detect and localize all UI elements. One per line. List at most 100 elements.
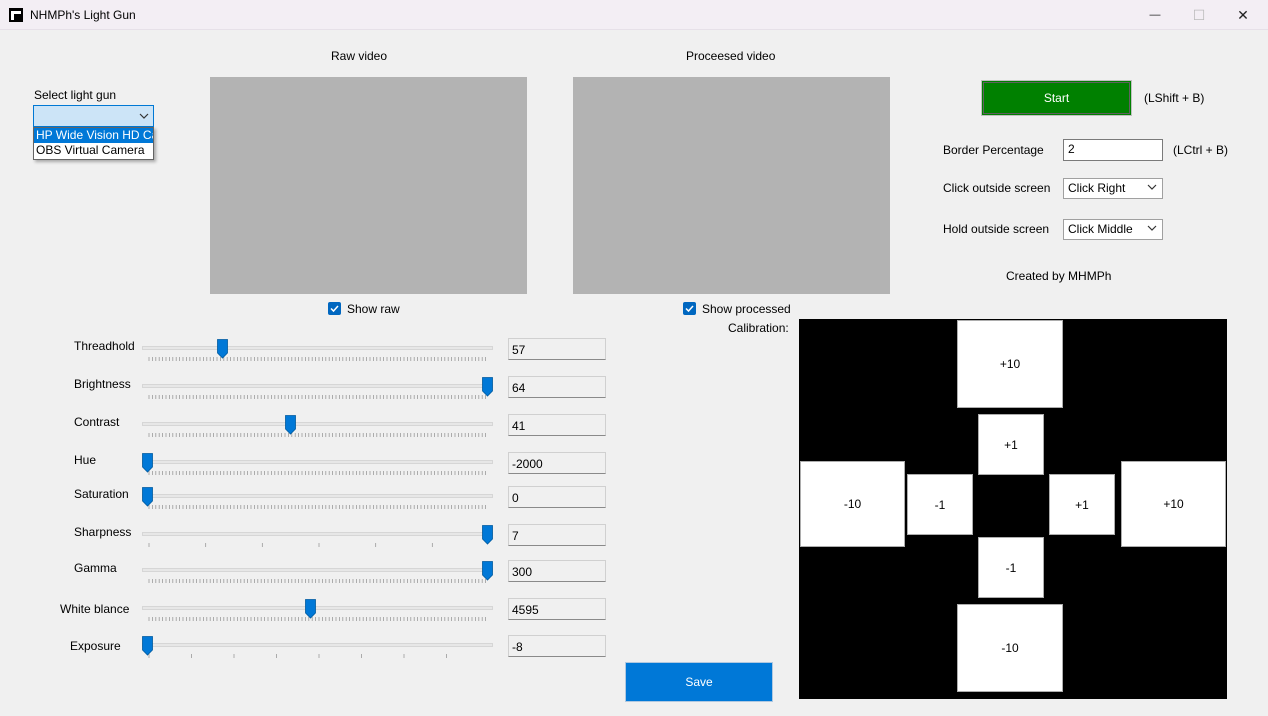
select-light-gun-label: Select light gun xyxy=(34,88,117,102)
slider-ticks xyxy=(148,505,487,509)
slider-value-box: 64 xyxy=(508,376,606,398)
slider-gamma[interactable] xyxy=(142,561,496,587)
chevron-down-icon xyxy=(139,113,149,119)
start-button-label: Start xyxy=(1043,91,1070,105)
show-processed-checkbox[interactable] xyxy=(683,302,696,315)
border-shortcut-label: (LCtrl + B) xyxy=(1173,143,1229,157)
maximize-icon: ☐ xyxy=(1192,6,1206,23)
slider-thumb[interactable] xyxy=(142,487,153,507)
slider-label: Threadhold xyxy=(74,339,135,353)
calibration-panel: +10 +1 -10 -1 +1 +10 -1 -10 xyxy=(799,319,1227,699)
chevron-down-icon xyxy=(1147,184,1157,190)
slider-ticks xyxy=(148,395,487,399)
slider-value-box: 7 xyxy=(508,524,606,546)
calib-bottom-10-button[interactable]: -10 xyxy=(957,604,1063,692)
slider-track xyxy=(142,384,493,388)
light-gun-option[interactable]: HP Wide Vision HD Ca xyxy=(34,128,153,143)
light-gun-dropdown-list: HP Wide Vision HD Ca OBS Virtual Camera xyxy=(33,127,154,160)
slider-ticks xyxy=(148,617,487,621)
slider-thumb[interactable] xyxy=(284,415,296,435)
slider-track xyxy=(142,643,493,647)
slider-ticks xyxy=(148,579,487,583)
slider-ticks xyxy=(148,471,487,475)
slider-track xyxy=(142,568,493,572)
calib-top-10-button[interactable]: +10 xyxy=(957,320,1063,408)
save-button-label: Save xyxy=(685,675,713,689)
slider-label: Hue xyxy=(74,453,97,467)
light-gun-option[interactable]: OBS Virtual Camera xyxy=(34,143,153,158)
slider-thumb[interactable] xyxy=(305,599,317,619)
slider-ticks xyxy=(148,433,487,437)
calib-top-1-button[interactable]: +1 xyxy=(978,414,1044,475)
slider-track xyxy=(142,422,493,426)
click-outside-select[interactable]: Click Right xyxy=(1063,178,1163,199)
maximize-button[interactable]: ☐ xyxy=(1176,0,1222,30)
slider-ticks xyxy=(148,357,487,361)
checkmark-icon xyxy=(330,305,339,313)
slider-exposure[interactable] xyxy=(142,636,496,662)
close-button[interactable]: ✕ xyxy=(1220,0,1266,30)
processed-video-title: Proceesed video xyxy=(686,49,776,63)
slider-brightness[interactable] xyxy=(142,377,496,403)
slider-track xyxy=(142,606,493,610)
calib-left-1-button[interactable]: -1 xyxy=(907,474,973,535)
slider-track xyxy=(142,346,493,350)
hold-outside-label: Hold outside screen xyxy=(943,222,1050,236)
slider-hue[interactable] xyxy=(142,453,496,479)
border-percentage-input[interactable]: 2 xyxy=(1063,139,1163,161)
slider-label: Contrast xyxy=(74,415,120,429)
hold-outside-value: Click Middle xyxy=(1068,222,1133,236)
minimize-button[interactable]: — xyxy=(1132,0,1178,30)
title-bar: NHMPh's Light Gun — ☐ ✕ xyxy=(0,0,1268,30)
slider-label: Exposure xyxy=(70,639,121,653)
calib-bottom-1-button[interactable]: -1 xyxy=(978,537,1044,598)
click-outside-label: Click outside screen xyxy=(943,181,1051,195)
slider-thumb[interactable] xyxy=(482,377,493,397)
calib-right-10-button[interactable]: +10 xyxy=(1121,461,1226,547)
slider-saturation[interactable] xyxy=(142,487,496,513)
slider-track xyxy=(142,460,493,464)
save-button[interactable]: Save xyxy=(625,662,773,702)
slider-white-blance[interactable] xyxy=(142,599,496,625)
slider-track xyxy=(142,532,493,536)
calib-right-1-button[interactable]: +1 xyxy=(1049,474,1115,535)
window-title: NHMPh's Light Gun xyxy=(30,8,136,22)
slider-value-box: -2000 xyxy=(508,452,606,474)
raw-video-title: Raw video xyxy=(331,49,388,63)
chevron-down-icon xyxy=(1147,225,1157,231)
raw-video-view xyxy=(210,77,527,294)
slider-thumb[interactable] xyxy=(216,339,228,359)
calib-left-10-button[interactable]: -10 xyxy=(800,461,905,547)
checkmark-icon xyxy=(685,305,694,313)
slider-contrast[interactable] xyxy=(142,415,496,441)
slider-threadhold[interactable] xyxy=(142,339,496,365)
slider-label: White blance xyxy=(60,602,130,616)
slider-label: Gamma xyxy=(74,561,117,575)
click-outside-value: Click Right xyxy=(1068,181,1126,195)
start-shortcut-label: (LShift + B) xyxy=(1144,91,1205,105)
light-gun-select[interactable] xyxy=(33,105,154,127)
show-raw-checkbox[interactable] xyxy=(328,302,341,315)
calibration-label: Calibration: xyxy=(728,321,789,335)
slider-label: Saturation xyxy=(74,487,129,501)
show-processed-label: Show processed xyxy=(702,302,791,316)
slider-label: Sharpness xyxy=(74,525,132,539)
slider-value-box: 300 xyxy=(508,560,606,582)
border-percentage-label: Border Percentage xyxy=(943,143,1044,157)
close-icon: ✕ xyxy=(1237,6,1249,23)
slider-label: Brightness xyxy=(74,377,131,391)
show-raw-label: Show raw xyxy=(347,302,400,316)
slider-ticks xyxy=(148,654,447,658)
slider-thumb[interactable] xyxy=(482,525,493,545)
slider-value-box: 4595 xyxy=(508,598,606,620)
slider-ticks xyxy=(148,543,433,547)
slider-thumb[interactable] xyxy=(142,636,153,656)
hold-outside-select[interactable]: Click Middle xyxy=(1063,219,1163,240)
slider-sharpness[interactable] xyxy=(142,525,496,551)
gun-icon xyxy=(9,8,23,22)
slider-thumb[interactable] xyxy=(482,561,493,581)
start-button[interactable]: Start xyxy=(981,80,1132,116)
slider-value-box: 0 xyxy=(508,486,606,508)
processed-video-view xyxy=(573,77,890,294)
slider-thumb[interactable] xyxy=(142,453,153,473)
